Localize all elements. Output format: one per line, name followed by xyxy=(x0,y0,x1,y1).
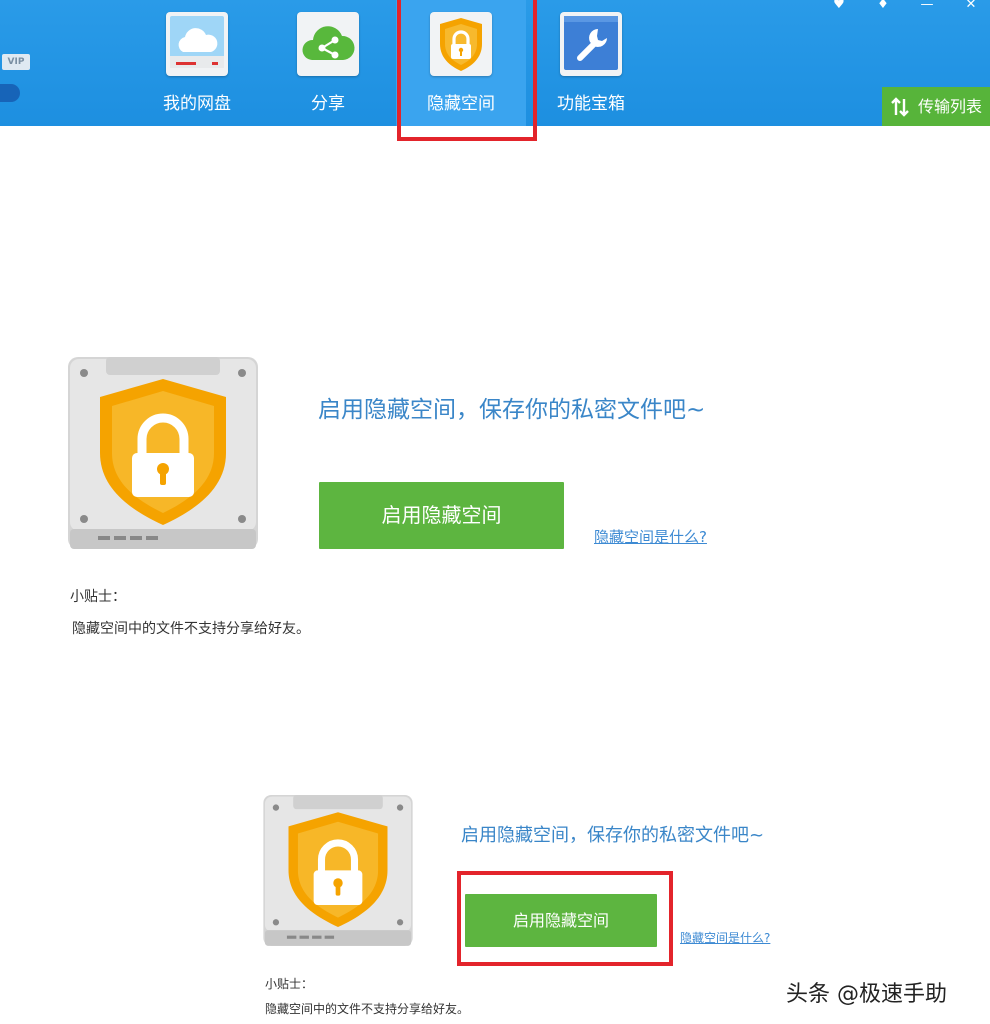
nav-tab-my-disk[interactable]: 我的网盘 xyxy=(132,0,262,126)
minimize-button[interactable]: — xyxy=(918,0,936,11)
transfer-icon xyxy=(891,97,909,117)
tip-title: 小贴士： xyxy=(70,589,126,605)
wrench-icon xyxy=(560,12,622,76)
skin-icon[interactable]: ♥ xyxy=(830,0,848,11)
menu-icon[interactable]: ♦ xyxy=(874,0,892,11)
tip-text: 隐藏空间中的文件不支持分享给好友。 xyxy=(72,621,310,637)
what-is-hidden-space-link-small[interactable]: 隐藏空间是什么? xyxy=(680,929,770,946)
highlight-box xyxy=(457,871,673,966)
avatar[interactable] xyxy=(0,84,20,102)
tip-title-small: 小贴士： xyxy=(265,977,314,991)
transfer-list-button[interactable]: 传输列表 xyxy=(882,87,990,126)
hidden-space-headline: 启用隐藏空间，保存你的私密文件吧~ xyxy=(318,397,706,423)
window-controls: ♥ ♦ — ✕ xyxy=(830,0,980,14)
hidden-space-drive-icon xyxy=(68,357,258,549)
what-is-hidden-space-link[interactable]: 隐藏空间是什么? xyxy=(594,526,707,547)
hidden-space-drive-icon-small xyxy=(263,795,413,946)
close-button[interactable]: ✕ xyxy=(962,0,980,11)
nav-label: 功能宝箱 xyxy=(557,94,625,114)
hidden-space-headline-small: 启用隐藏空间，保存你的私密文件吧~ xyxy=(461,825,765,846)
highlight-box xyxy=(397,0,537,141)
vip-badge[interactable]: VIP xyxy=(2,54,30,70)
nav-tab-share[interactable]: 分享 xyxy=(263,0,393,126)
share-icon xyxy=(297,12,359,76)
cloud-icon xyxy=(166,12,228,76)
transfer-list-label: 传输列表 xyxy=(918,97,983,116)
nav-label: 我的网盘 xyxy=(163,94,231,114)
nav-tab-toolbox[interactable]: 功能宝箱 xyxy=(526,0,656,126)
nav-label: 分享 xyxy=(311,94,345,114)
tip-text-small: 隐藏空间中的文件不支持分享给好友。 xyxy=(265,1002,470,1016)
watermark: 头条 @极速手助 xyxy=(786,982,947,1007)
enable-hidden-space-button[interactable]: 启用隐藏空间 xyxy=(319,482,564,549)
